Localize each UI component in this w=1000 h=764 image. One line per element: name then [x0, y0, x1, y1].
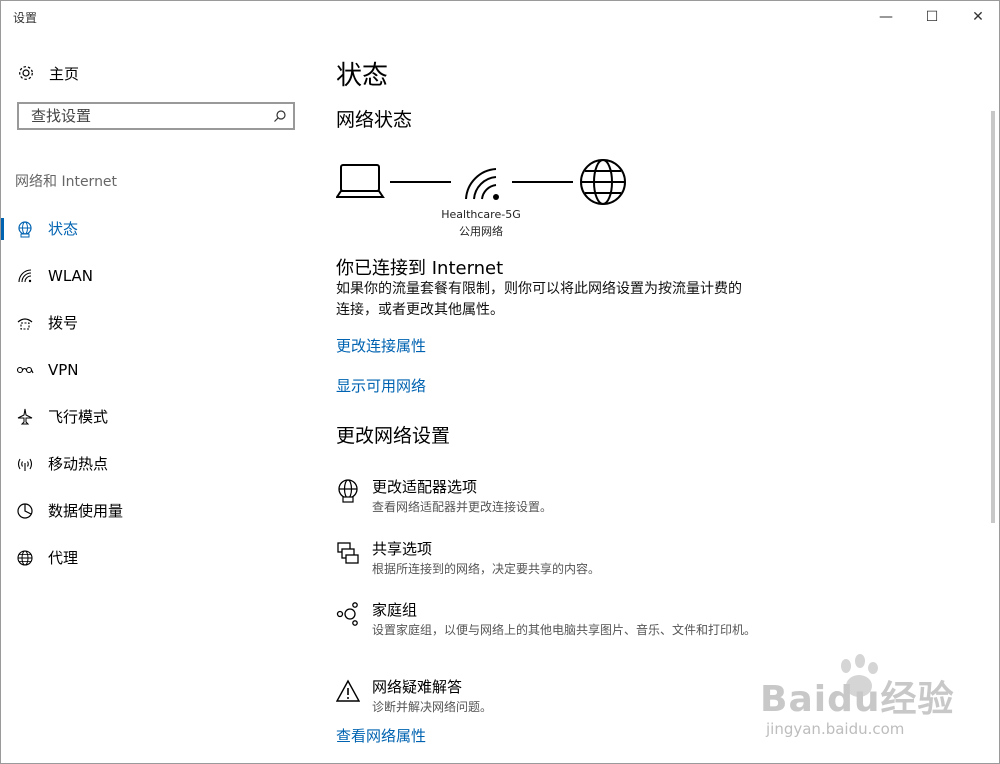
- network-diagram: Healthcare-5G 公用网络: [336, 157, 636, 247]
- dialup-icon: [16, 314, 34, 332]
- nav-item-dialup[interactable]: 拨号: [1, 299, 315, 346]
- nav-item-data-usage[interactable]: 数据使用量: [1, 487, 315, 534]
- wifi-icon: [16, 267, 34, 285]
- network-type: 公用网络: [459, 225, 503, 238]
- globe-icon: [16, 549, 34, 567]
- sidebar: 主页 网络和 Internet 状态 WLAN: [1, 33, 315, 763]
- hotspot-icon: [16, 455, 34, 473]
- nav-label: VPN: [48, 360, 79, 379]
- setting-title: 更改适配器选项: [372, 478, 478, 496]
- scrollbar-thumb[interactable]: [991, 111, 995, 523]
- sharing-icon: [337, 542, 359, 564]
- minimize-button[interactable]: —: [863, 1, 909, 33]
- nav-item-airplane[interactable]: 飞行模式: [1, 393, 315, 440]
- view-network-properties-link[interactable]: 查看网络属性: [336, 725, 426, 746]
- change-connection-properties-link[interactable]: 更改连接属性: [336, 335, 426, 356]
- globe-network-icon: [16, 220, 34, 238]
- setting-title: 家庭组: [372, 601, 418, 619]
- window-title: 设置: [13, 11, 38, 25]
- setting-subtitle: 根据所连接到的网络，决定要共享的内容。: [372, 562, 601, 576]
- minimize-icon: —: [879, 9, 893, 25]
- network-name: Healthcare-5G: [441, 208, 521, 221]
- vpn-icon: [16, 361, 34, 379]
- nav-label: 代理: [48, 549, 79, 567]
- laptop-icon: [336, 164, 385, 198]
- network-status-heading: 网络状态: [336, 109, 413, 131]
- wifi-signal-icon: [465, 168, 499, 200]
- nav-label: 拨号: [48, 314, 79, 332]
- nav-label: 数据使用量: [48, 502, 124, 520]
- home-nav-item[interactable]: 主页: [17, 61, 79, 85]
- nav-label: 状态: [48, 220, 79, 238]
- setting-subtitle: 设置家庭组，以便与网络上的其他电脑共享图片、音乐、文件和打印机。: [372, 623, 757, 637]
- nav-label: 移动热点: [48, 455, 109, 473]
- homegroup-icon: [336, 602, 358, 626]
- adapter-globe-icon: [338, 479, 358, 503]
- setting-subtitle: 诊断并解决网络问题。: [372, 700, 493, 714]
- search-icon[interactable]: [273, 109, 287, 123]
- connected-description: 如果你的流量套餐有限制，则你可以将此网络设置为按流量计费的连接，或者更改其他属性…: [336, 281, 742, 318]
- warning-icon: [336, 679, 360, 702]
- nav-label: 飞行模式: [48, 408, 109, 426]
- airplane-icon: [16, 408, 34, 426]
- search-input[interactable]: [29, 106, 273, 126]
- data-usage-icon: [16, 502, 34, 520]
- search-box[interactable]: [17, 102, 295, 130]
- home-label: 主页: [49, 64, 80, 83]
- nav-item-proxy[interactable]: 代理: [1, 534, 315, 581]
- setting-title: 共享选项: [372, 540, 433, 558]
- setting-title: 网络疑难解答: [372, 678, 463, 696]
- baidu-watermark: Baidu经验 jingyan.baidu.com: [760, 652, 970, 747]
- settings-window: 设置 — ☐ ✕ 主页 网络和 Internet 状态: [0, 0, 1000, 764]
- close-icon: ✕: [972, 9, 984, 25]
- page-title: 状态: [336, 61, 389, 91]
- watermark-brand: Baidu经验: [760, 679, 955, 720]
- nav-item-vpn[interactable]: VPN: [1, 346, 315, 393]
- change-settings-heading: 更改网络设置: [336, 425, 451, 447]
- nav-list: 状态 WLAN 拨号 VPN 飞行模式 移动热点 数据使用量 代理: [1, 205, 315, 581]
- close-button[interactable]: ✕: [955, 1, 1000, 33]
- watermark-url: jingyan.baidu.com: [766, 720, 905, 738]
- nav-item-wlan[interactable]: WLAN: [1, 252, 315, 299]
- section-title: 网络和 Internet: [15, 174, 118, 190]
- nav-label: WLAN: [48, 266, 94, 285]
- maximize-button[interactable]: ☐: [909, 1, 955, 33]
- setting-subtitle: 查看网络适配器并更改连接设置。: [372, 500, 553, 514]
- nav-item-hotspot[interactable]: 移动热点: [1, 440, 315, 487]
- maximize-icon: ☐: [925, 9, 939, 25]
- connected-title: 你已连接到 Internet: [336, 258, 504, 279]
- nav-item-status[interactable]: 状态: [1, 205, 315, 252]
- internet-globe-icon: [580, 159, 626, 205]
- title-bar[interactable]: 设置 — ☐ ✕: [1, 1, 999, 33]
- gear-icon: [17, 64, 35, 82]
- show-available-networks-link[interactable]: 显示可用网络: [336, 375, 426, 396]
